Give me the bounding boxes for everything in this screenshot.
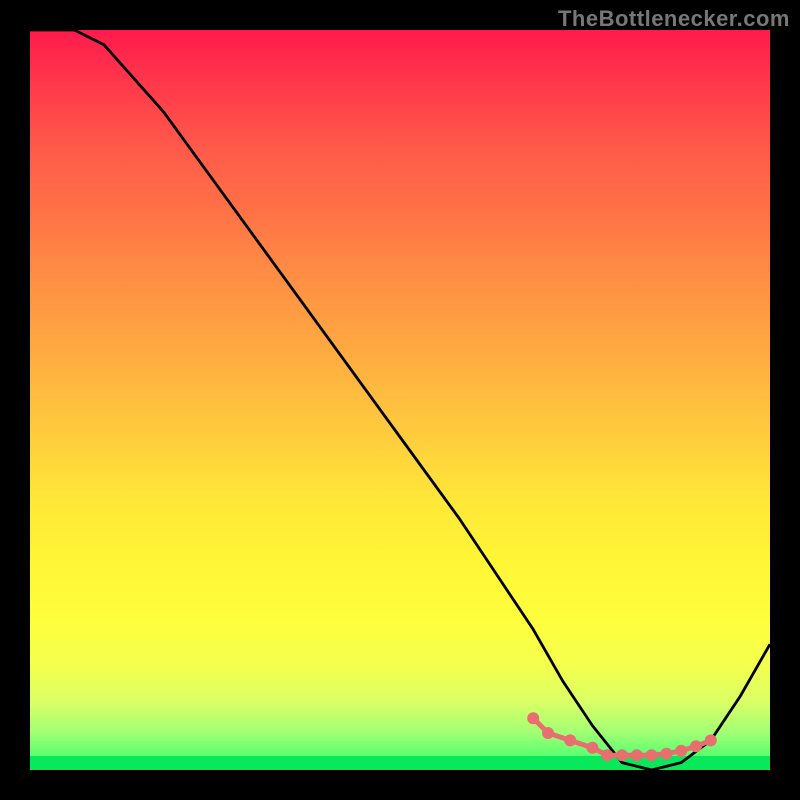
watermark-text: TheBottlenecker.com <box>558 6 790 32</box>
chart-container: TheBottlenecker.com <box>0 0 800 800</box>
bottleneck-curve <box>30 30 770 770</box>
chart-svg <box>30 30 770 770</box>
plot-area <box>30 30 770 770</box>
